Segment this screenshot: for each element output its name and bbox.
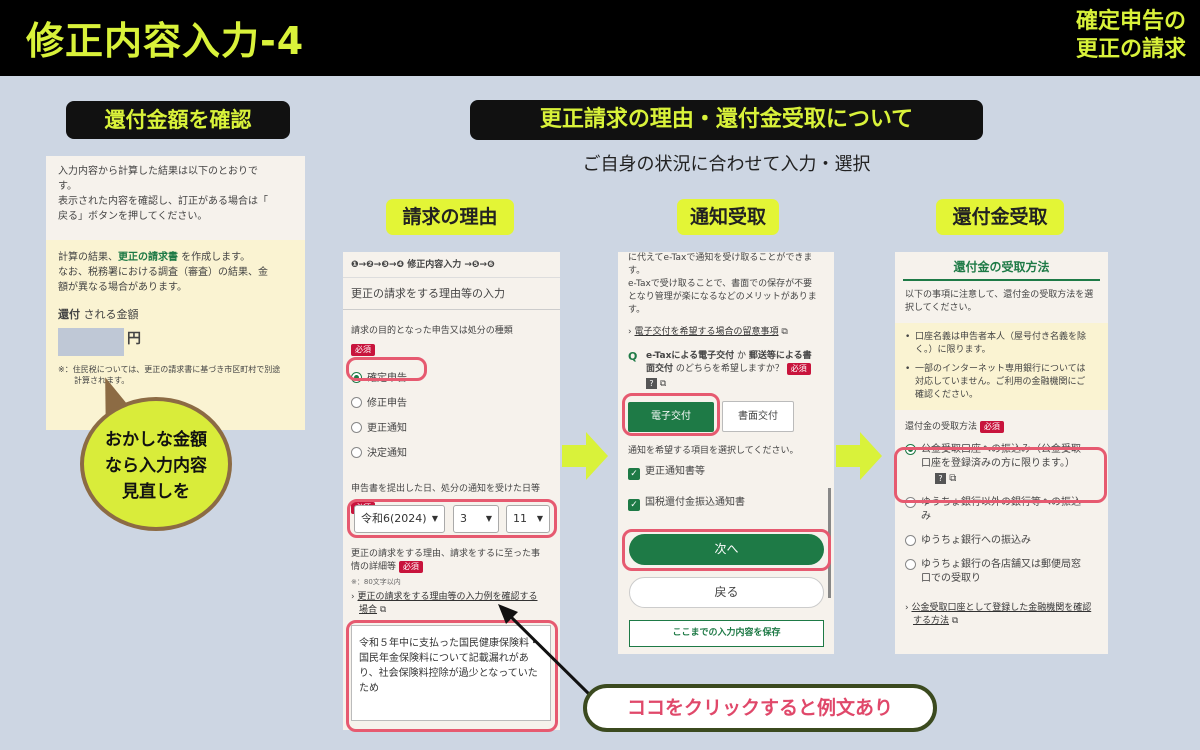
intro-line: 入力内容から計算した結果は以下のとおりで bbox=[58, 166, 258, 177]
refund-amount-label: 還付 される金額 bbox=[58, 308, 139, 321]
refund-amount-row: 円 bbox=[58, 328, 293, 356]
form-heading: 更正の請求をする理由等の入力 bbox=[343, 278, 560, 310]
method-label: 還付金の受取方法 必須 bbox=[895, 410, 1108, 435]
window-icon: ⧉ bbox=[781, 327, 788, 337]
notice-line: 計算の結果、更正の請求書 を作成します。 bbox=[58, 252, 251, 263]
check-icon: ✓ bbox=[628, 499, 640, 511]
paper-delivery-button[interactable]: 書面交付 bbox=[722, 401, 794, 432]
callout-example-text: ココをクリックすると例文あり bbox=[583, 684, 937, 732]
refund-result-panel: 入力内容から計算した結果は以下のとおりで す。 表示された内容を確認し、訂正があ… bbox=[46, 156, 305, 430]
notification-panel: に代えてe-Taxで通知を受け取ることができま す。 e-Taxで受け取ることで… bbox=[618, 252, 834, 654]
highlight-next bbox=[622, 529, 831, 571]
label-refund-receipt: 還付金受取 bbox=[936, 199, 1064, 235]
radio-icon bbox=[351, 397, 362, 408]
bank-check-link[interactable]: › 公金受取口座として登録した金融機関を確認 する方法 ⧉ bbox=[895, 586, 1108, 628]
corner-title: 確定申告の 更正の請求 bbox=[1076, 8, 1186, 64]
check-kousei-tsuchi[interactable]: ✓ 更正通知書等 bbox=[628, 464, 705, 480]
refund-notes: • 口座名義は申告者本人（屋号付き名義を除 く。）に限ります。 • 一部のインターネッ… bbox=[895, 323, 1108, 410]
chevron-right-icon: › bbox=[351, 592, 355, 602]
save-progress-button[interactable]: ここまでの入力内容を保存 bbox=[629, 620, 824, 647]
radio-post-office[interactable]: ゆうちょ銀行の各店舗又は郵便局窓 口での受取り bbox=[905, 558, 1098, 586]
label-refund-amount: 還付金額を確認 bbox=[66, 101, 290, 139]
highlight-electronic bbox=[622, 393, 720, 436]
radio-icon bbox=[351, 422, 362, 433]
note-item: • 口座名義は申告者本人（屋号付き名義を除 く。）に限ります。 bbox=[905, 332, 1087, 355]
radio-yucho[interactable]: ゆうちょ銀行への振込み bbox=[905, 534, 1098, 548]
yen-unit: 円 bbox=[127, 331, 141, 347]
refund-intro: 以下の事項に注意して、還付金の受取方法を選 択してください。 bbox=[905, 290, 1094, 313]
chevron-right-icon: › bbox=[628, 327, 632, 337]
radio-kousei[interactable]: 更正通知 bbox=[351, 416, 552, 441]
notice-line: なお、税務署における調査（審査）の結果、金 bbox=[58, 267, 268, 278]
flow-arrow-2 bbox=[836, 445, 862, 467]
window-icon: ⧉ bbox=[951, 616, 959, 626]
highlight-koukin bbox=[894, 447, 1107, 503]
intro-line: 戻る」ボタンを押してください。 bbox=[58, 211, 208, 222]
intro-line: 表示された内容を確認し、訂正がある場合は「 bbox=[58, 196, 268, 207]
refund-amount-mask bbox=[58, 328, 124, 356]
radio-icon bbox=[351, 447, 362, 458]
page-title: 修正内容入力-4 bbox=[26, 19, 305, 63]
highlight-date bbox=[347, 499, 557, 538]
check-icon: ✓ bbox=[628, 468, 640, 480]
hint-bubble: おかしな金額 なら入力内容 見直しを bbox=[80, 397, 232, 531]
radio-kettei[interactable]: 決定通知 bbox=[351, 441, 552, 466]
q-type-label: 請求の目的となった申告又は処分の種類 bbox=[351, 326, 513, 336]
flow-arrow-1-head bbox=[586, 432, 608, 480]
label-reason-refund: 更正請求の理由・還付金受取について bbox=[470, 100, 983, 140]
label-reason: 請求の理由 bbox=[386, 199, 514, 235]
delivery-question: Q e-Taxによる電子交付 か 郵送等による書 面交付 のどちらを希望しますか… bbox=[628, 350, 812, 389]
type-radio-group: 確定申告 修正申告 更正通知 決定通知 bbox=[351, 366, 552, 466]
notice-line: 額が異なる場合があります。 bbox=[58, 282, 187, 293]
subtitle: ご自身の状況に合わせて入力・選択 bbox=[582, 154, 871, 175]
q-icon: Q bbox=[628, 350, 638, 363]
corner-title-line2: 更正の請求 bbox=[1075, 37, 1186, 62]
back-button[interactable]: 戻る bbox=[629, 577, 824, 608]
flow-arrow-1 bbox=[562, 445, 588, 467]
check-kanpu-tsuchi[interactable]: ✓ 国税還付金振込通知書 bbox=[628, 495, 745, 511]
q-date-label: 申告書を提出した日、処分の通知を受けた日等 bbox=[351, 484, 541, 494]
radio-icon bbox=[905, 535, 916, 546]
note-item: • 一部のインターネット専用銀行については 対応していません。ご利用の金融機関にご確… bbox=[905, 364, 1086, 400]
callout-arrow bbox=[498, 604, 592, 697]
intro-line: す。 bbox=[58, 181, 77, 192]
chevron-right-icon: › bbox=[905, 603, 909, 613]
required-badge: 必須 bbox=[351, 342, 552, 357]
window-icon: ⧉ bbox=[379, 605, 387, 615]
help-icon[interactable]: ? bbox=[646, 378, 657, 389]
window-icon: ⧉ bbox=[659, 379, 667, 389]
radio-icon bbox=[905, 559, 916, 570]
flow-arrow-2-head bbox=[860, 432, 882, 480]
highlight-kakutei bbox=[346, 357, 427, 381]
caution-link[interactable]: › 電子交付を希望する場合の留意事項 ⧉ bbox=[628, 325, 824, 340]
refund-method-title: 還付金の受取方法 bbox=[903, 260, 1100, 281]
label-notification: 通知受取 bbox=[677, 199, 779, 235]
radio-shusei[interactable]: 修正申告 bbox=[351, 391, 552, 416]
corner-title-line1: 確定申告の bbox=[1075, 9, 1186, 34]
claim-doc-link[interactable]: 更正の請求書 bbox=[118, 252, 178, 263]
select-items-text: 通知を希望する項目を選択してください。 bbox=[628, 446, 799, 456]
step-indicator: ❶→❷→❸→❹ 修正内容入力 →❺→❻ bbox=[343, 252, 560, 278]
